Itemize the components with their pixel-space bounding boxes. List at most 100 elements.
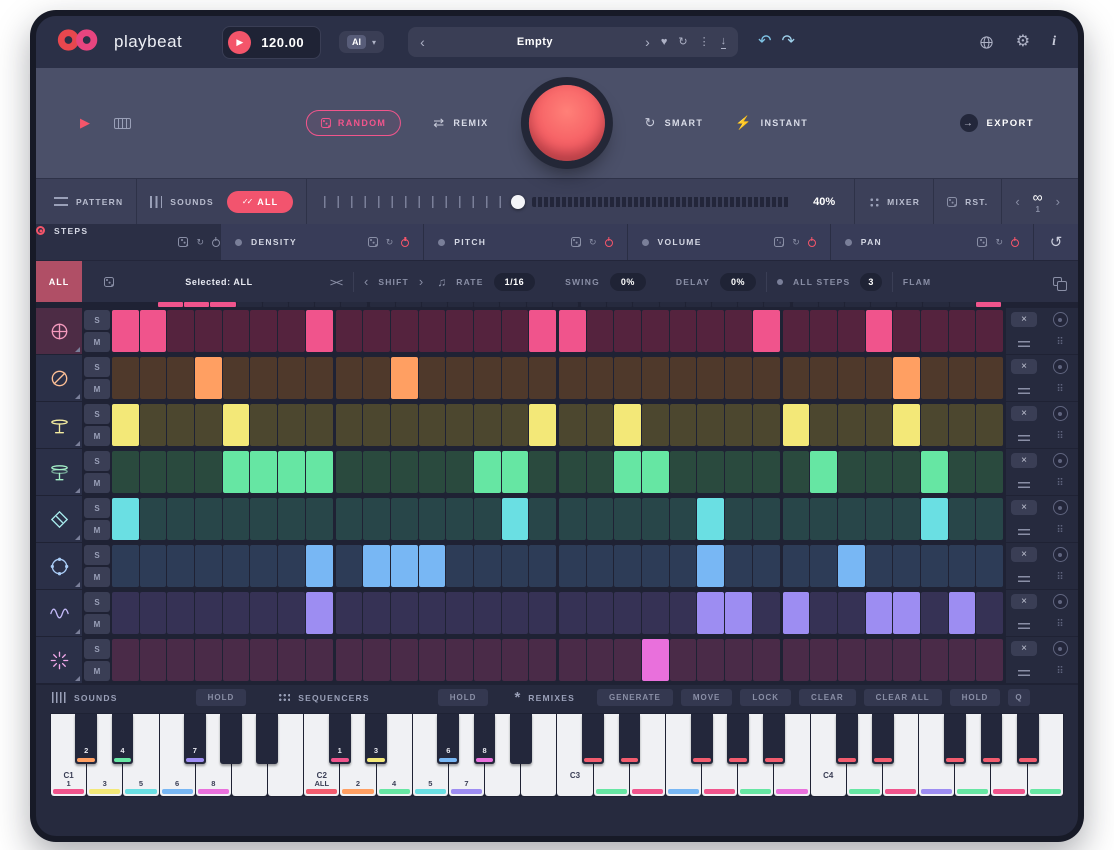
track-choke-button[interactable]: [1053, 406, 1068, 421]
step-cell[interactable]: [753, 404, 780, 446]
track-choke-button[interactable]: [1053, 500, 1068, 515]
step-cell[interactable]: [697, 310, 724, 352]
step-cell[interactable]: [140, 498, 167, 540]
black-key[interactable]: [220, 714, 242, 764]
step-cell[interactable]: [587, 592, 614, 634]
step-cell[interactable]: [753, 545, 780, 587]
step-cell[interactable]: [278, 592, 305, 634]
all-steps-value[interactable]: 3: [860, 273, 882, 291]
step-cell[interactable]: [140, 592, 167, 634]
quantize-button[interactable]: Q: [1008, 689, 1029, 706]
black-key[interactable]: 1: [329, 714, 351, 764]
tab-pitch[interactable]: PITCH ↻: [424, 224, 627, 260]
step-cell[interactable]: [670, 310, 697, 352]
step-cell[interactable]: [336, 592, 363, 634]
track-clear-button[interactable]: ×: [1011, 453, 1037, 468]
step-cell[interactable]: [250, 498, 277, 540]
step-cell[interactable]: [783, 310, 810, 352]
track-clear-button[interactable]: ×: [1011, 641, 1037, 656]
step-cell[interactable]: [725, 639, 752, 681]
step-cell[interactable]: [670, 545, 697, 587]
play-button[interactable]: ▶: [228, 31, 251, 54]
step-cell[interactable]: [474, 592, 501, 634]
step-cell[interactable]: [502, 404, 529, 446]
shuffle-icon[interactable]: [330, 276, 343, 287]
track-choke-button[interactable]: [1053, 453, 1068, 468]
step-cell[interactable]: [167, 639, 194, 681]
step-cell[interactable]: [559, 592, 586, 634]
step-cell[interactable]: [587, 404, 614, 446]
smart-button[interactable]: ↻ SMART: [644, 115, 703, 131]
step-cell[interactable]: [223, 639, 250, 681]
step-cell[interactable]: [559, 404, 586, 446]
solo-button[interactable]: S: [84, 639, 110, 659]
step-cell[interactable]: [529, 451, 556, 493]
step-cell[interactable]: [140, 310, 167, 352]
step-cell[interactable]: [670, 498, 697, 540]
step-cell[interactable]: [753, 639, 780, 681]
step-cell[interactable]: [866, 498, 893, 540]
step-cell[interactable]: [167, 498, 194, 540]
step-cell[interactable]: [614, 592, 641, 634]
step-cell[interactable]: [838, 545, 865, 587]
step-cell[interactable]: [587, 451, 614, 493]
step-cell[interactable]: [223, 498, 250, 540]
step-cell[interactable]: [949, 310, 976, 352]
step-cell[interactable]: [474, 545, 501, 587]
step-cell[interactable]: [446, 357, 473, 399]
step-cell[interactable]: [614, 639, 641, 681]
step-cell[interactable]: [670, 404, 697, 446]
sounds-tab[interactable]: SOUNDS: [150, 196, 214, 208]
dice-icon[interactable]: [104, 277, 114, 287]
step-cell[interactable]: [112, 451, 139, 493]
step-cell[interactable]: [810, 545, 837, 587]
step-cell[interactable]: [783, 498, 810, 540]
mute-button[interactable]: M: [84, 379, 110, 399]
track-choke-button[interactable]: [1053, 547, 1068, 562]
step-cell[interactable]: [614, 451, 641, 493]
step-cell[interactable]: [949, 451, 976, 493]
step-cell[interactable]: [642, 310, 669, 352]
black-key[interactable]: [763, 714, 785, 764]
track-choke-button[interactable]: [1053, 641, 1068, 656]
step-cell[interactable]: [195, 639, 222, 681]
step-cell[interactable]: [921, 592, 948, 634]
step-cell[interactable]: [976, 545, 1003, 587]
step-cell[interactable]: [195, 357, 222, 399]
step-cell[interactable]: [223, 310, 250, 352]
step-cell[interactable]: [419, 498, 446, 540]
step-cell[interactable]: [753, 592, 780, 634]
step-cell[interactable]: [250, 451, 277, 493]
black-key[interactable]: 6: [437, 714, 459, 764]
step-cell[interactable]: [949, 545, 976, 587]
step-cell[interactable]: [502, 639, 529, 681]
clear-button[interactable]: CLEAR: [799, 689, 856, 706]
solo-button[interactable]: S: [84, 357, 110, 377]
step-cell[interactable]: [697, 451, 724, 493]
step-cell[interactable]: [838, 592, 865, 634]
step-cell[interactable]: [419, 404, 446, 446]
step-cell[interactable]: [670, 451, 697, 493]
step-cell[interactable]: [587, 357, 614, 399]
globe-icon[interactable]: [979, 35, 994, 50]
mute-button[interactable]: M: [84, 473, 110, 493]
swing-value[interactable]: 0%: [610, 273, 646, 291]
sequencers-hold-button[interactable]: HOLD: [438, 689, 489, 706]
black-key[interactable]: [582, 714, 604, 764]
step-cell[interactable]: [391, 639, 418, 681]
mute-button[interactable]: M: [84, 614, 110, 634]
dice-icon[interactable]: [977, 237, 987, 247]
track-choke-button[interactable]: [1053, 359, 1068, 374]
step-cell[interactable]: [725, 592, 752, 634]
step-cell[interactable]: [866, 592, 893, 634]
lock-button[interactable]: LOCK: [740, 689, 791, 706]
step-cell[interactable]: [614, 545, 641, 587]
step-cell[interactable]: [725, 545, 752, 587]
step-cell[interactable]: [112, 592, 139, 634]
step-cell[interactable]: [336, 451, 363, 493]
step-cell[interactable]: [336, 310, 363, 352]
step-cell[interactable]: [502, 310, 529, 352]
step-cell[interactable]: [642, 545, 669, 587]
sounds-hold-button[interactable]: HOLD: [196, 689, 247, 706]
step-cell[interactable]: [474, 451, 501, 493]
